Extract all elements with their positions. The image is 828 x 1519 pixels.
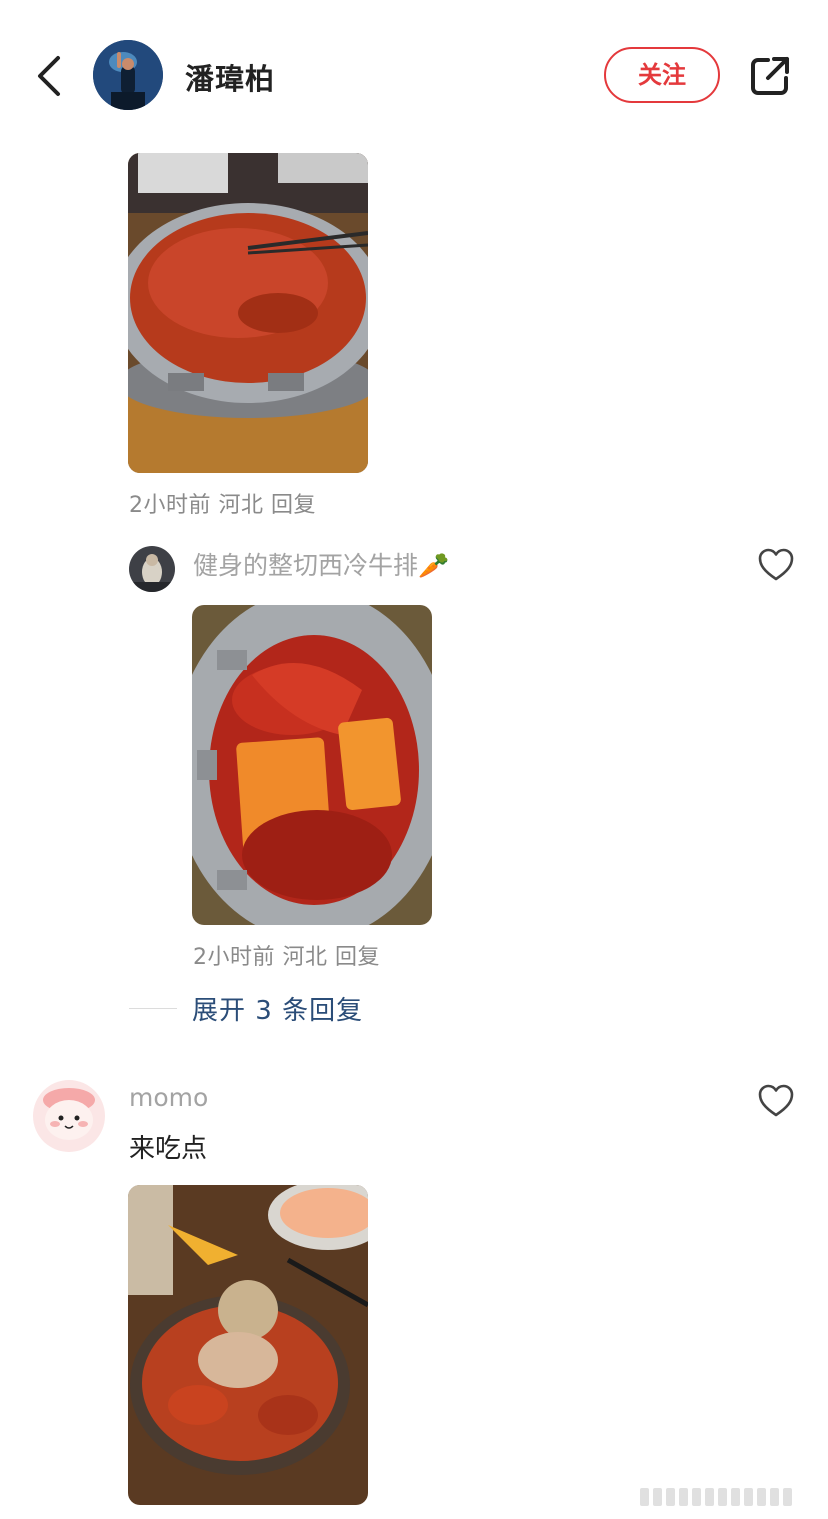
- comment-time: 2小时前: [129, 493, 211, 518]
- comment-location: 河北: [218, 493, 264, 518]
- comment-text: 来吃点: [129, 1134, 208, 1164]
- share-button[interactable]: [748, 54, 792, 98]
- page-title: 潘瑋柏: [185, 62, 276, 96]
- avatar[interactable]: [129, 546, 175, 592]
- reply-button[interactable]: 回复: [335, 945, 380, 970]
- comment-location: 河北: [282, 945, 328, 970]
- comment-meta: 2小时前 河北 回复: [129, 487, 316, 519]
- reply-button[interactable]: 回复: [271, 493, 316, 518]
- heart-icon: [758, 1084, 794, 1117]
- like-button[interactable]: [757, 1083, 795, 1119]
- watermark: [640, 1488, 792, 1506]
- comment-meta: 2小时前 河北 回复: [193, 939, 380, 971]
- spicy-tripe-bowl-photo[interactable]: [128, 1185, 368, 1505]
- top-bar: 潘瑋柏 关注: [0, 0, 828, 150]
- expand-replies-button[interactable]: 展开 3 条回复: [192, 990, 363, 1027]
- like-button[interactable]: [757, 547, 795, 583]
- avatar[interactable]: [93, 40, 163, 110]
- comment-time: 2小时前: [193, 945, 275, 970]
- avatar[interactable]: [33, 1080, 105, 1152]
- heart-icon: [758, 548, 794, 581]
- comment-username[interactable]: 健身的整切西冷牛排🥕: [193, 546, 449, 582]
- comment-username[interactable]: momo: [129, 1083, 208, 1112]
- hotpot-butter-chili-photo[interactable]: [192, 605, 432, 925]
- follow-button[interactable]: 关注: [604, 47, 720, 103]
- share-icon: [751, 57, 789, 95]
- divider: [129, 1008, 177, 1009]
- chevron-left-icon: [38, 56, 60, 96]
- hotpot-red-broth-photo[interactable]: [128, 153, 368, 473]
- back-button[interactable]: [30, 52, 70, 100]
